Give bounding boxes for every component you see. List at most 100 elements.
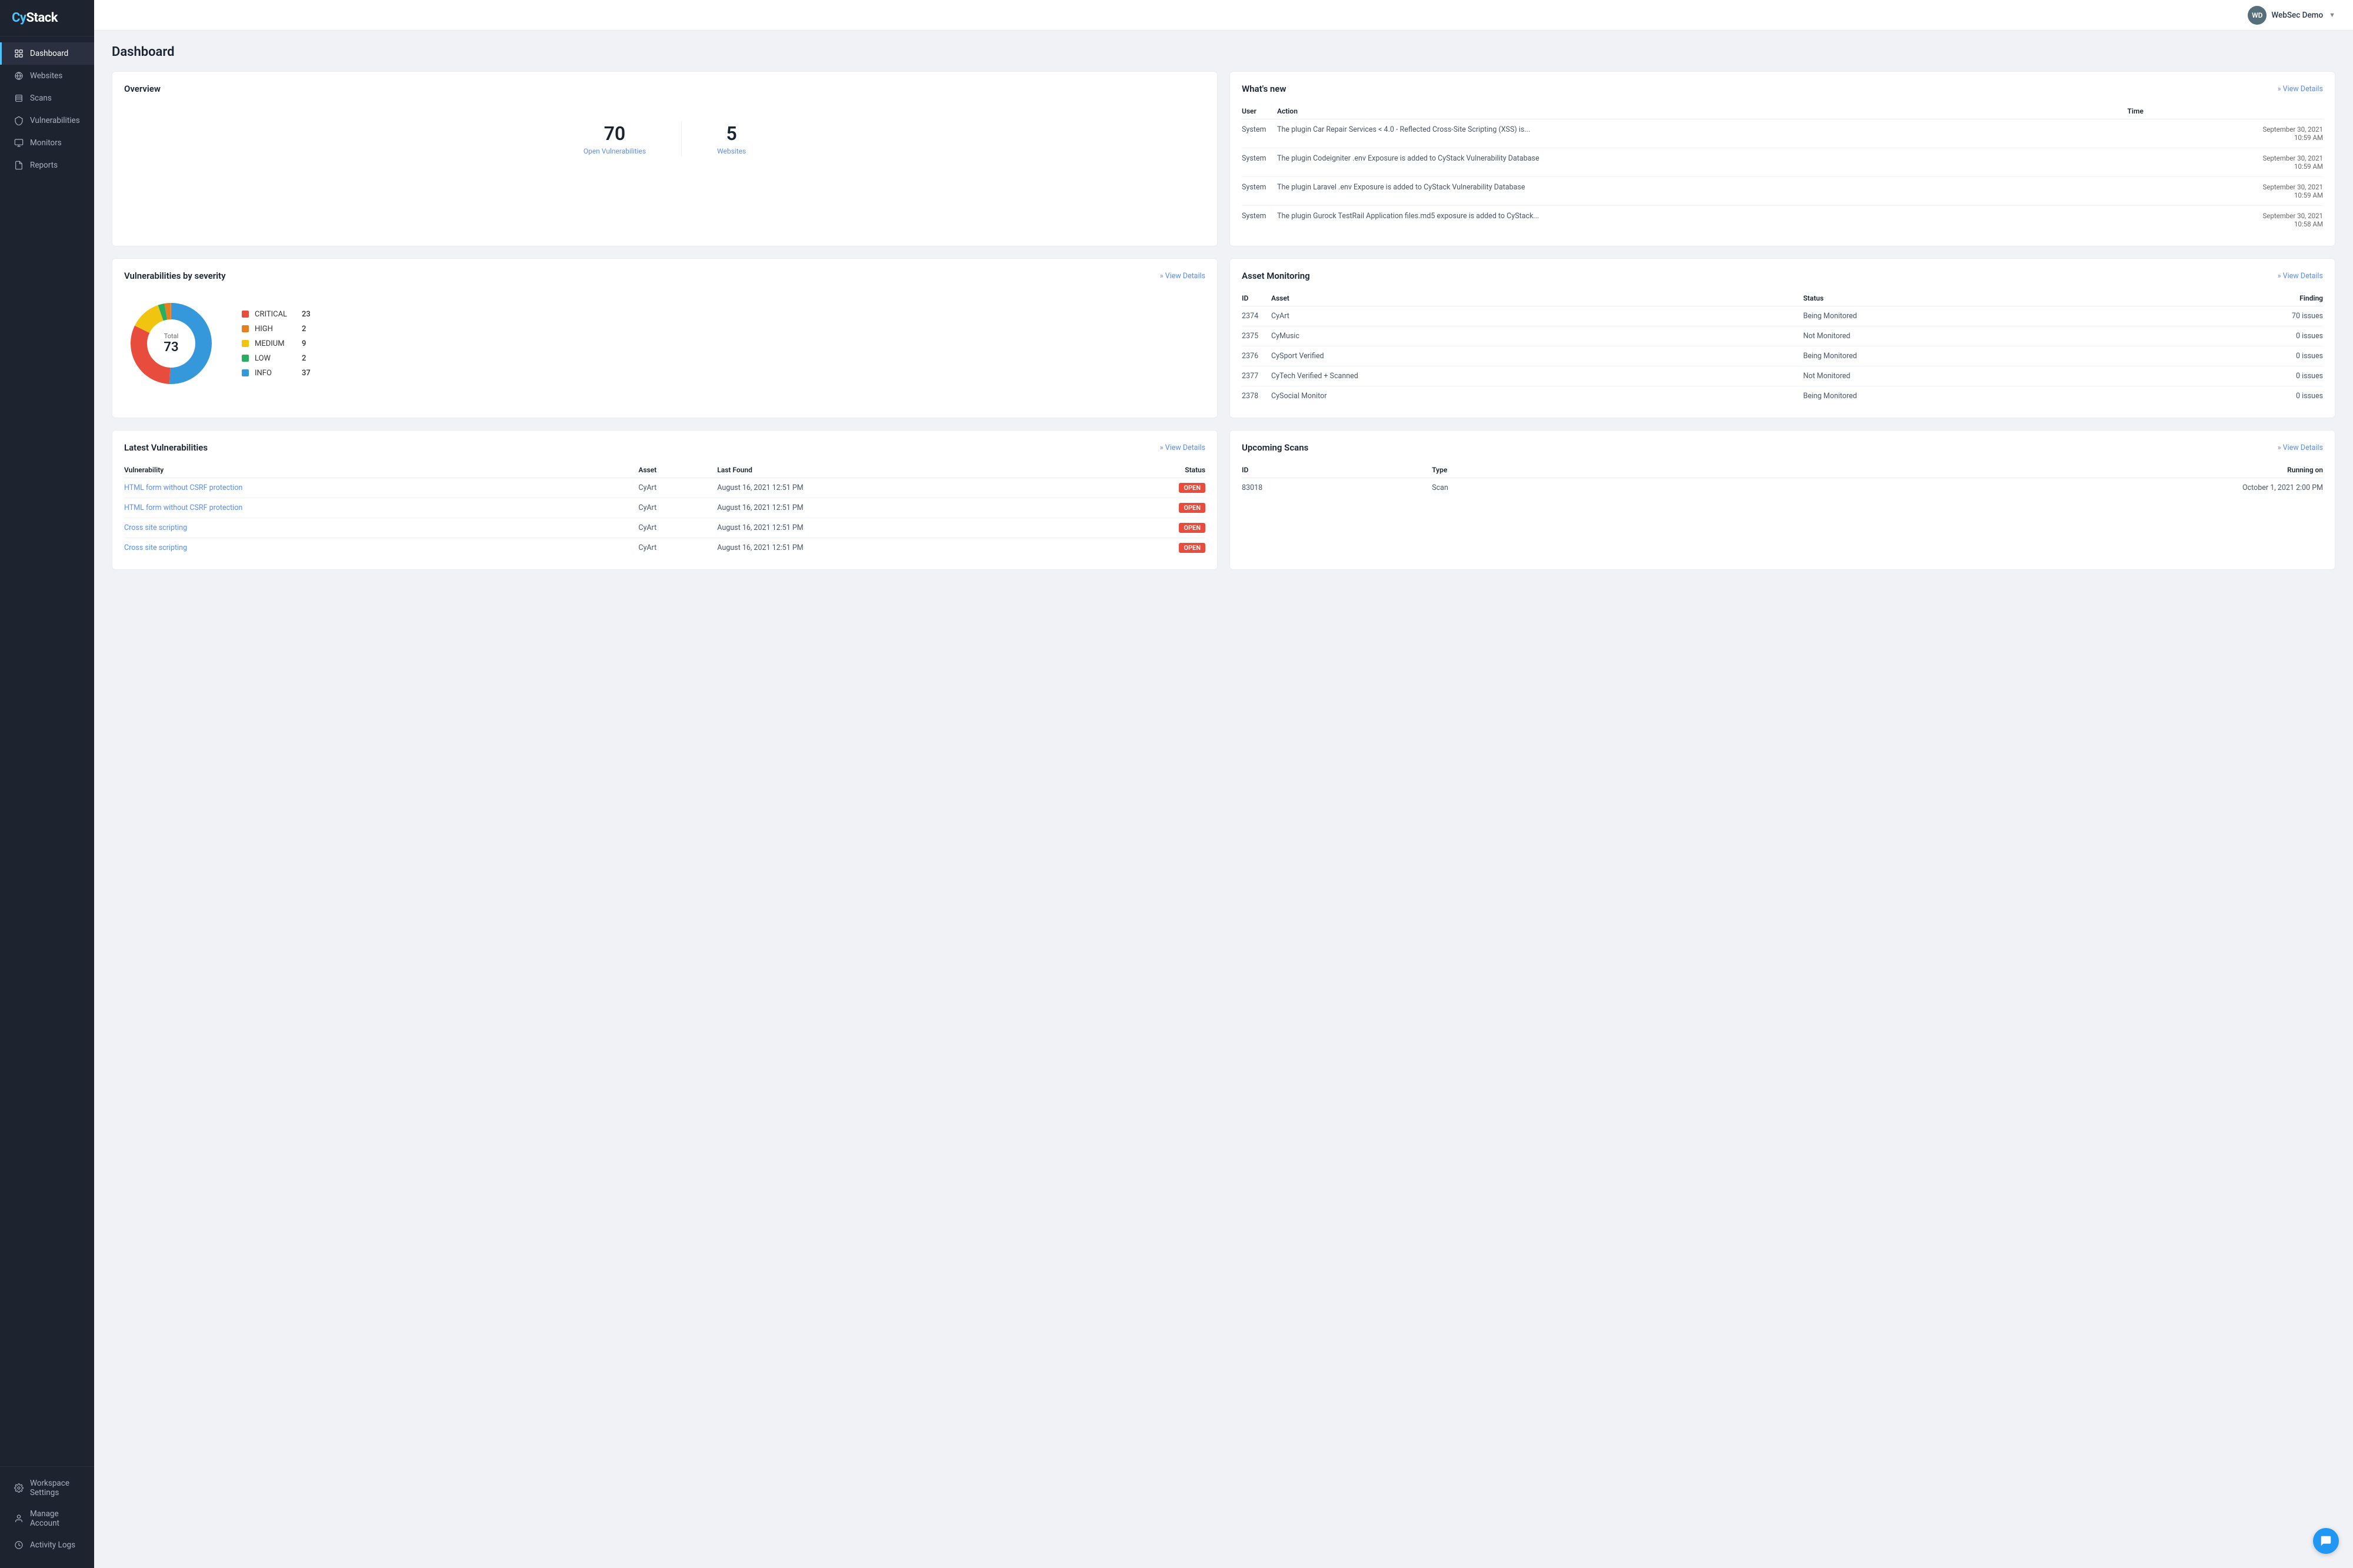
sidebar-item-dashboard[interactable]: Dashboard xyxy=(0,42,94,65)
sidebar-item-websites[interactable]: Websites xyxy=(0,65,94,87)
cell-asset: CyMusic xyxy=(1271,326,1803,346)
table-row: 2378 CySocial Monitor Being Monitored 0 … xyxy=(1242,386,2323,406)
whats-new-view-details[interactable]: » View Details xyxy=(2278,85,2323,94)
latest-vuln-view-details[interactable]: » View Details xyxy=(1160,443,1205,452)
logo[interactable]: CyStack xyxy=(12,11,58,25)
col-status-header: Status xyxy=(1803,291,2132,306)
header: WD WebSec Demo ▼ xyxy=(94,0,2353,31)
table-row: System The plugin Car Repair Services < … xyxy=(1242,119,2323,148)
cell-time: September 30, 2021 10:59 AM xyxy=(2127,177,2323,206)
cell-id: 2374 xyxy=(1242,306,1271,326)
cell-asset: CyTech Verified + Scanned xyxy=(1271,366,1803,386)
overview-card: Overview 70 Open Vulnerabilities 5 Websi… xyxy=(112,71,1218,246)
table-row: System The plugin Codeigniter .env Expos… xyxy=(1242,148,2323,177)
cell-time: September 30, 2021 10:59 AM xyxy=(2127,119,2323,148)
vulnerabilities-icon xyxy=(14,115,24,126)
clock-icon xyxy=(14,1540,24,1550)
table-row: 83018 Scan October 1, 2021 2:00 PM xyxy=(1242,478,2323,498)
sidebar-item-label: Dashboard xyxy=(30,49,68,58)
legend: CRITICAL 23 HIGH 2 MEDIUM 9 LOW 2 INFO 3… xyxy=(242,310,311,378)
whats-new-card: What's new » View Details User Action Ti… xyxy=(1229,71,2335,246)
websites-label: Websites xyxy=(717,147,746,155)
websites-count: 5 xyxy=(717,122,746,145)
legend-item: LOW 2 xyxy=(242,354,311,363)
cell-asset: CySport Verified xyxy=(1271,346,1803,366)
col-asset-header: Asset xyxy=(638,462,717,478)
asset-monitoring-table: ID Asset Status Finding 2374 CyArt Being… xyxy=(1242,291,2323,406)
sidebar-item-monitors[interactable]: Monitors xyxy=(0,132,94,154)
table-row: HTML form without CSRF protection CyArt … xyxy=(124,498,1205,518)
cell-status: Not Monitored xyxy=(1803,326,2132,346)
sidebar-item-label: Reports xyxy=(30,161,58,170)
legend-value: 9 xyxy=(302,339,306,348)
donut-total-num: 73 xyxy=(164,340,178,355)
scans-icon xyxy=(14,93,24,104)
legend-item: INFO 37 xyxy=(242,369,311,378)
cell-vuln[interactable]: HTML form without CSRF protection xyxy=(124,498,638,518)
col-finding-header: Finding xyxy=(2132,291,2323,306)
upcoming-scans-header: Upcoming Scans » View Details xyxy=(1242,442,2323,453)
sidebar-item-workspace-settings[interactable]: Workspace Settings xyxy=(0,1473,94,1503)
upcoming-scans-view-details[interactable]: » View Details xyxy=(2278,443,2323,452)
legend-item: MEDIUM 9 xyxy=(242,339,311,348)
chevron-down-icon: ▼ xyxy=(2329,11,2335,19)
cell-user: System xyxy=(1242,206,1277,235)
legend-dot xyxy=(242,369,249,376)
col-user-header: User xyxy=(1242,104,1277,119)
legend-name: HIGH xyxy=(255,325,296,333)
whats-new-table: User Action Time System The plugin Car R… xyxy=(1242,104,2323,234)
table-row: HTML form without CSRF protection CyArt … xyxy=(124,478,1205,498)
nav-items: Dashboard Websites Scans Vulnerabilities xyxy=(0,36,94,1466)
chat-bubble[interactable] xyxy=(2313,1528,2339,1554)
sidebar-bottom: Workspace Settings Manage Account Activi… xyxy=(0,1466,94,1568)
legend-dot xyxy=(242,325,249,332)
cell-asset: CySocial Monitor xyxy=(1271,386,1803,406)
sidebar-item-manage-account[interactable]: Manage Account xyxy=(0,1503,94,1534)
sidebar-item-label: Monitors xyxy=(30,138,62,148)
logo-area: CyStack xyxy=(0,0,94,36)
row-3: Latest Vulnerabilities » View Details Vu… xyxy=(112,430,2335,570)
vuln-severity-card: Vulnerabilities by severity » View Detai… xyxy=(112,258,1218,418)
col-action-header: Action xyxy=(1277,104,2127,119)
donut-center: Total 73 xyxy=(164,332,178,355)
sidebar-item-activity-logs[interactable]: Activity Logs xyxy=(0,1534,94,1556)
user-area[interactable]: WD WebSec Demo ▼ xyxy=(2248,6,2335,25)
overview-title: Overview xyxy=(124,84,161,94)
sidebar-item-scans[interactable]: Scans xyxy=(0,87,94,109)
donut-chart: Total 73 xyxy=(124,296,218,391)
sidebar-item-reports[interactable]: Reports xyxy=(0,154,94,176)
avatar: WD xyxy=(2248,6,2267,25)
cell-vuln[interactable]: Cross site scripting xyxy=(124,538,638,558)
table-row: 2377 CyTech Verified + Scanned Not Monit… xyxy=(1242,366,2323,386)
upcoming-scans-card: Upcoming Scans » View Details ID Type Ru… xyxy=(1229,430,2335,570)
table-row: 2374 CyArt Being Monitored 70 issues xyxy=(1242,306,2323,326)
cell-action: The plugin Gurock TestRail Application f… xyxy=(1277,206,2127,235)
col-lastfound-header: Last Found xyxy=(717,462,1091,478)
sidebar-item-vulnerabilities[interactable]: Vulnerabilities xyxy=(0,109,94,132)
monitors-icon xyxy=(14,138,24,148)
sidebar-item-label: Activity Logs xyxy=(30,1540,75,1550)
sidebar-item-label: Manage Account xyxy=(30,1509,82,1528)
cell-time: September 30, 2021 10:59 AM xyxy=(2127,148,2323,177)
cell-type: Scan xyxy=(1432,478,1582,498)
page-title: Dashboard xyxy=(112,45,2335,59)
upcoming-scans-table: ID Type Running on 83018 Scan October 1,… xyxy=(1242,462,2323,498)
cell-status: Being Monitored xyxy=(1803,386,2132,406)
asset-monitoring-view-details[interactable]: » View Details xyxy=(2278,272,2323,281)
legend-dot xyxy=(242,340,249,347)
whats-new-title: What's new xyxy=(1242,84,1286,94)
legend-value: 23 xyxy=(302,310,311,319)
vuln-severity-content: Total 73 CRITICAL 23 HIGH 2 MEDIUM 9 LOW… xyxy=(124,291,1205,396)
cell-status: Being Monitored xyxy=(1803,306,2132,326)
latest-vuln-card: Latest Vulnerabilities » View Details Vu… xyxy=(112,430,1218,570)
vuln-severity-view-details[interactable]: » View Details xyxy=(1160,272,1205,281)
content: Dashboard Overview 70 Open Vulnerabiliti… xyxy=(94,31,2353,1568)
cell-vuln[interactable]: Cross site scripting xyxy=(124,518,638,538)
cell-vuln[interactable]: HTML form without CSRF protection xyxy=(124,478,638,498)
chat-icon xyxy=(2319,1534,2332,1547)
cell-id: 2378 xyxy=(1242,386,1271,406)
cell-status: OPEN xyxy=(1091,478,1205,498)
cell-id: 83018 xyxy=(1242,478,1432,498)
row-2: Vulnerabilities by severity » View Detai… xyxy=(112,258,2335,418)
websites-stat: 5 Websites xyxy=(682,122,781,155)
